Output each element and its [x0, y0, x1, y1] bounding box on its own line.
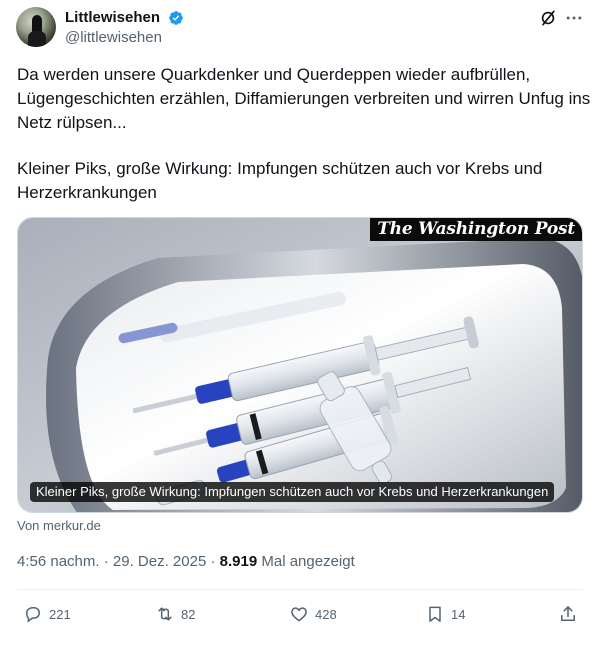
- tweet-date[interactable]: 29. Dez. 2025: [113, 553, 206, 570]
- tweet-text-paragraph: Da werden unsere Quarkdenker und Querdep…: [17, 65, 591, 132]
- link-card[interactable]: The Washington Post Kleiner Piks, große …: [17, 217, 583, 513]
- tweet-text-headline: Kleiner Piks, große Wirkung: Impfungen s…: [17, 159, 543, 202]
- reply-button[interactable]: 221: [23, 600, 71, 628]
- tweet: Littlewisehen @littlewisehen Da werden u…: [0, 0, 615, 647]
- grok-icon[interactable]: [538, 8, 558, 28]
- more-icon[interactable]: [564, 8, 584, 28]
- syringes-photo: [18, 218, 582, 512]
- meta-separator: ·: [103, 553, 109, 570]
- share-button[interactable]: [558, 600, 584, 628]
- action-bar: 221 82 428 14: [0, 600, 615, 628]
- repost-icon: [158, 607, 172, 621]
- views-count: 8.919: [219, 553, 258, 570]
- meta-separator: ·: [210, 553, 216, 570]
- tweet-time[interactable]: 4:56 nachm.: [17, 553, 100, 570]
- divider: [17, 589, 583, 590]
- avatar[interactable]: [16, 7, 56, 47]
- card-source[interactable]: Von merkur.de: [17, 518, 101, 534]
- watermark-logo: The Washington Post: [370, 218, 582, 241]
- bookmark-icon: [429, 606, 441, 622]
- display-name[interactable]: Littlewisehen: [65, 8, 160, 28]
- tweet-meta: 4:56 nachm. · 29. Dez. 2025 · 8.919 Mal …: [17, 552, 355, 572]
- repost-button[interactable]: 82: [155, 600, 195, 628]
- bookmark-button[interactable]: 14: [425, 600, 465, 628]
- repost-count: 82: [181, 606, 196, 622]
- reply-icon: [25, 607, 41, 623]
- share-icon: [561, 606, 575, 621]
- views-label: Mal angezeigt: [261, 553, 355, 570]
- card-caption: Kleiner Piks, große Wirkung: Impfungen s…: [30, 482, 555, 502]
- like-count: 428: [315, 606, 337, 622]
- like-button[interactable]: 428: [289, 600, 337, 628]
- like-icon: [291, 607, 307, 622]
- bookmark-count: 14: [451, 606, 466, 622]
- verified-icon: [169, 11, 183, 25]
- reply-count: 221: [49, 606, 71, 622]
- handle[interactable]: @littlewisehen: [65, 28, 162, 48]
